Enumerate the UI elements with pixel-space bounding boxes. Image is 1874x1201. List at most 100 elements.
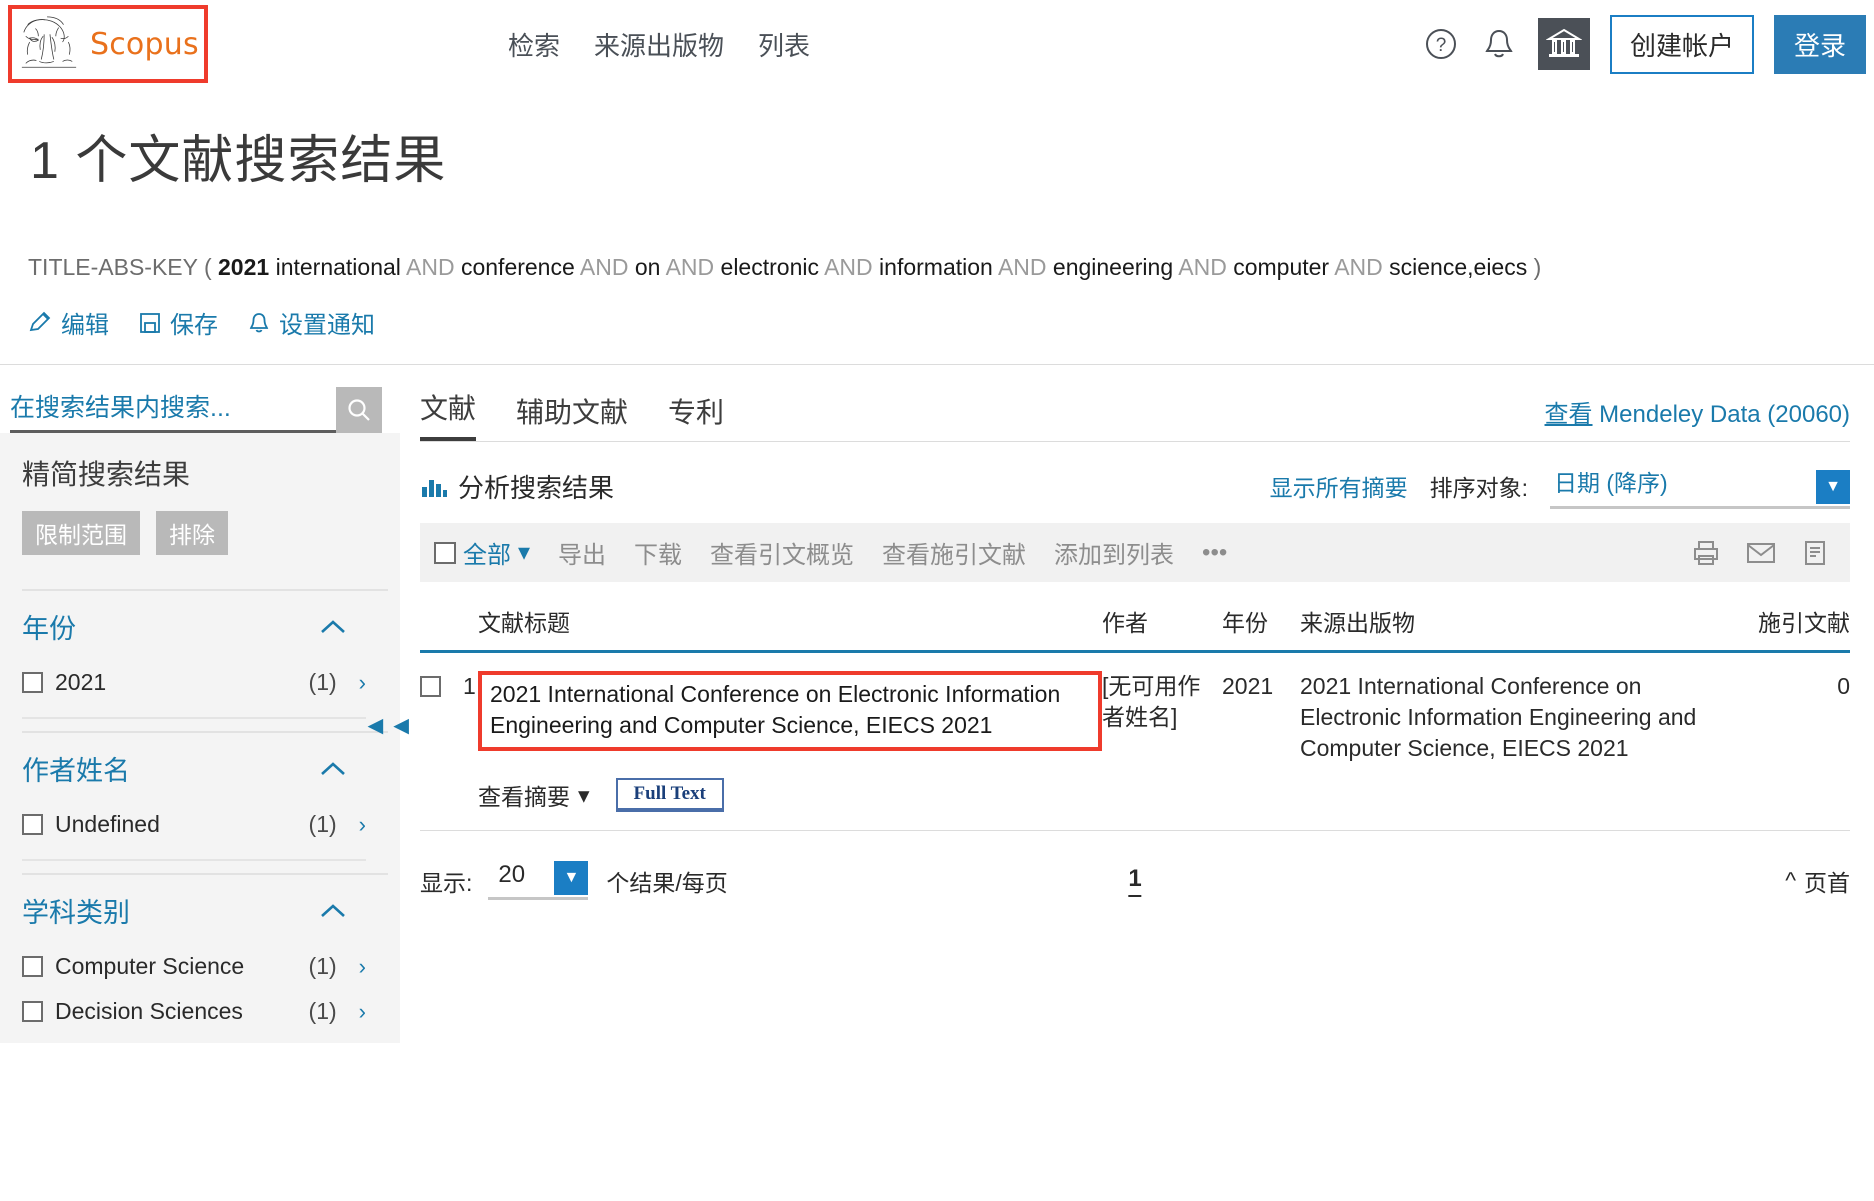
scopus-logo-annotated[interactable]: Scopus [8,5,208,83]
edit-query-link[interactable]: 编辑 [28,305,109,340]
more-options-button[interactable]: ••• [1202,539,1227,567]
main-navigation: 检索 来源出版物 列表 [508,26,810,63]
row-title-cell: 2021 International Conference on Electro… [478,671,1102,764]
facet-item-2021[interactable]: 2021 (1) › [22,660,388,705]
results-per-page-select[interactable]: 20 ▼ [488,861,588,900]
results-footer: 显示: 20 ▼ 个结果/每页 1 ^ 页首 [420,831,1850,920]
query-token-0: 2021 [218,254,269,280]
search-within-placeholder: 在搜索结果内搜索... [10,394,231,422]
row-checkbox[interactable] [420,676,441,697]
select-all-checkbox[interactable] [434,542,456,564]
institution-icon[interactable] [1538,18,1590,70]
full-text-button[interactable]: Full Text [616,778,724,812]
facet-item-count: (1) [309,998,337,1025]
bell-icon [248,311,270,335]
chevron-down-icon[interactable]: ▾ [518,538,530,567]
view-citation-overview-button[interactable]: 查看引文概览 [710,535,854,570]
create-account-button[interactable]: 创建帐户 [1610,15,1754,74]
pencil-icon [28,311,52,335]
pagination-page-1[interactable]: 1 [1128,865,1141,897]
mendeley-data-link[interactable]: 查看 Mendeley Data (20060) [1545,394,1850,429]
results-main: 文献 辅助文献 专利 查看 Mendeley Data (20060) 分析搜索… [400,365,1874,1043]
sort-controls: 显示所有摘要 排序对象: 日期 (降序) ▼ [1270,464,1850,509]
document-title-annotated[interactable]: 2021 International Conference on Electro… [478,671,1102,751]
search-within-field[interactable]: 在搜索结果内搜索... [10,388,336,433]
chevron-up-icon [318,617,348,637]
search-within-results: 在搜索结果内搜索... [0,365,400,433]
facet-year-title: 年份 [22,607,76,646]
bell-icon[interactable] [1480,25,1518,63]
chevron-right-icon[interactable]: › [359,999,366,1025]
download-button[interactable]: 下载 [634,535,682,570]
tab-secondary-documents[interactable]: 辅助文献 [516,391,628,441]
query-token-6: AND [666,254,715,280]
facet-subject-header[interactable]: 学科类别 [22,891,388,930]
chevron-right-icon[interactable]: › [359,954,366,980]
chevron-down-icon[interactable]: ▼ [1816,470,1850,504]
query-tokens: 2021 international AND conference AND on… [218,254,1534,280]
facet-subject-title: 学科类别 [22,891,130,930]
column-header-source: 来源出版物 [1300,604,1730,638]
facet-subject: 学科类别 Computer Science (1) › Decision Sci… [22,873,388,1034]
chevron-up-icon [318,759,348,779]
collapse-sidebar-icon[interactable]: ◄◄ [363,710,414,741]
refine-panel: 精简搜索结果 限制范围 排除 年份 2021 (1) › [0,433,400,1043]
facet-item-undefined[interactable]: Undefined (1) › [22,802,388,847]
row-authors-cell: [无可用作者姓名] [1102,671,1222,764]
set-alert-link[interactable]: 设置通知 [248,305,375,340]
view-abstract-label: 查看摘要 [478,778,570,812]
email-icon[interactable] [1746,541,1776,565]
chevron-down-icon[interactable]: ▼ [554,861,588,895]
facet-checkbox[interactable] [22,956,43,977]
nav-item-sources[interactable]: 来源出版物 [594,26,724,63]
facet-author-title: 作者姓名 [22,749,130,788]
chevron-right-icon[interactable]: › [359,812,366,838]
chevron-up-icon [318,901,348,921]
bibliography-icon[interactable] [1802,540,1828,566]
tab-patents[interactable]: 专利 [668,391,724,441]
query-token-8: AND [824,254,873,280]
facet-checkbox[interactable] [22,1001,43,1022]
nav-item-search[interactable]: 检索 [508,26,560,63]
set-alert-label: 设置通知 [279,305,375,340]
refine-sidebar: 在搜索结果内搜索... 精简搜索结果 限制范围 排除 年份 [0,365,400,1043]
help-icon[interactable]: ? [1422,25,1460,63]
view-abstract-link[interactable]: 查看摘要 ▾ [478,778,590,812]
view-cited-by-button[interactable]: 查看施引文献 [882,535,1026,570]
select-all-control[interactable]: 全部 ▾ [434,535,530,570]
export-button[interactable]: 导出 [558,535,606,570]
query-token-5: on [635,254,661,280]
facet-checkbox[interactable] [22,672,43,693]
refine-chip-row: 限制范围 排除 [22,511,388,555]
query-token-11: engineering [1053,254,1173,280]
sort-by-select[interactable]: 日期 (降序) ▼ [1550,464,1850,509]
query-token-9: information [879,254,993,280]
facet-author-header[interactable]: 作者姓名 [22,749,388,788]
limit-to-button[interactable]: 限制范围 [22,511,140,555]
mendeley-link-prefix: 查看 [1545,401,1593,428]
search-query-string: TITLE-ABS-KEY ( 2021 international AND c… [28,251,1874,283]
query-prefix: TITLE-ABS-KEY ( [28,254,212,280]
show-all-abstracts-link[interactable]: 显示所有摘要 [1270,469,1408,509]
facet-item-computer-science[interactable]: Computer Science (1) › [22,944,388,989]
print-icon[interactable] [1692,540,1720,566]
tab-documents[interactable]: 文献 [420,387,476,441]
analyze-results-link[interactable]: 分析搜索结果 [420,468,614,505]
results-toolbar: 全部 ▾ 导出 下载 查看引文概览 查看施引文献 添加到列表 ••• [420,523,1850,582]
back-to-top-link[interactable]: ^ 页首 [1785,864,1850,898]
facet-item-count: (1) [309,669,337,696]
search-icon[interactable] [336,387,382,433]
save-query-link[interactable]: 保存 [139,305,218,340]
facet-year: 年份 2021 (1) › [22,589,388,705]
exclude-button[interactable]: 排除 [156,511,228,555]
facet-checkbox[interactable] [22,814,43,835]
add-to-list-button[interactable]: 添加到列表 [1054,535,1174,570]
nav-item-lists[interactable]: 列表 [758,26,810,63]
login-button[interactable]: 登录 [1774,15,1866,74]
facet-item-decision-sciences[interactable]: Decision Sciences (1) › [22,989,388,1034]
chevron-right-icon[interactable]: › [359,670,366,696]
facet-year-header[interactable]: 年份 [22,607,388,646]
row-cited-cell: 0 [1730,671,1850,764]
analyze-and-sort-row: 分析搜索结果 显示所有摘要 排序对象: 日期 (降序) ▼ [420,442,1850,523]
document-title: 2021 International Conference on Electro… [490,681,1060,738]
